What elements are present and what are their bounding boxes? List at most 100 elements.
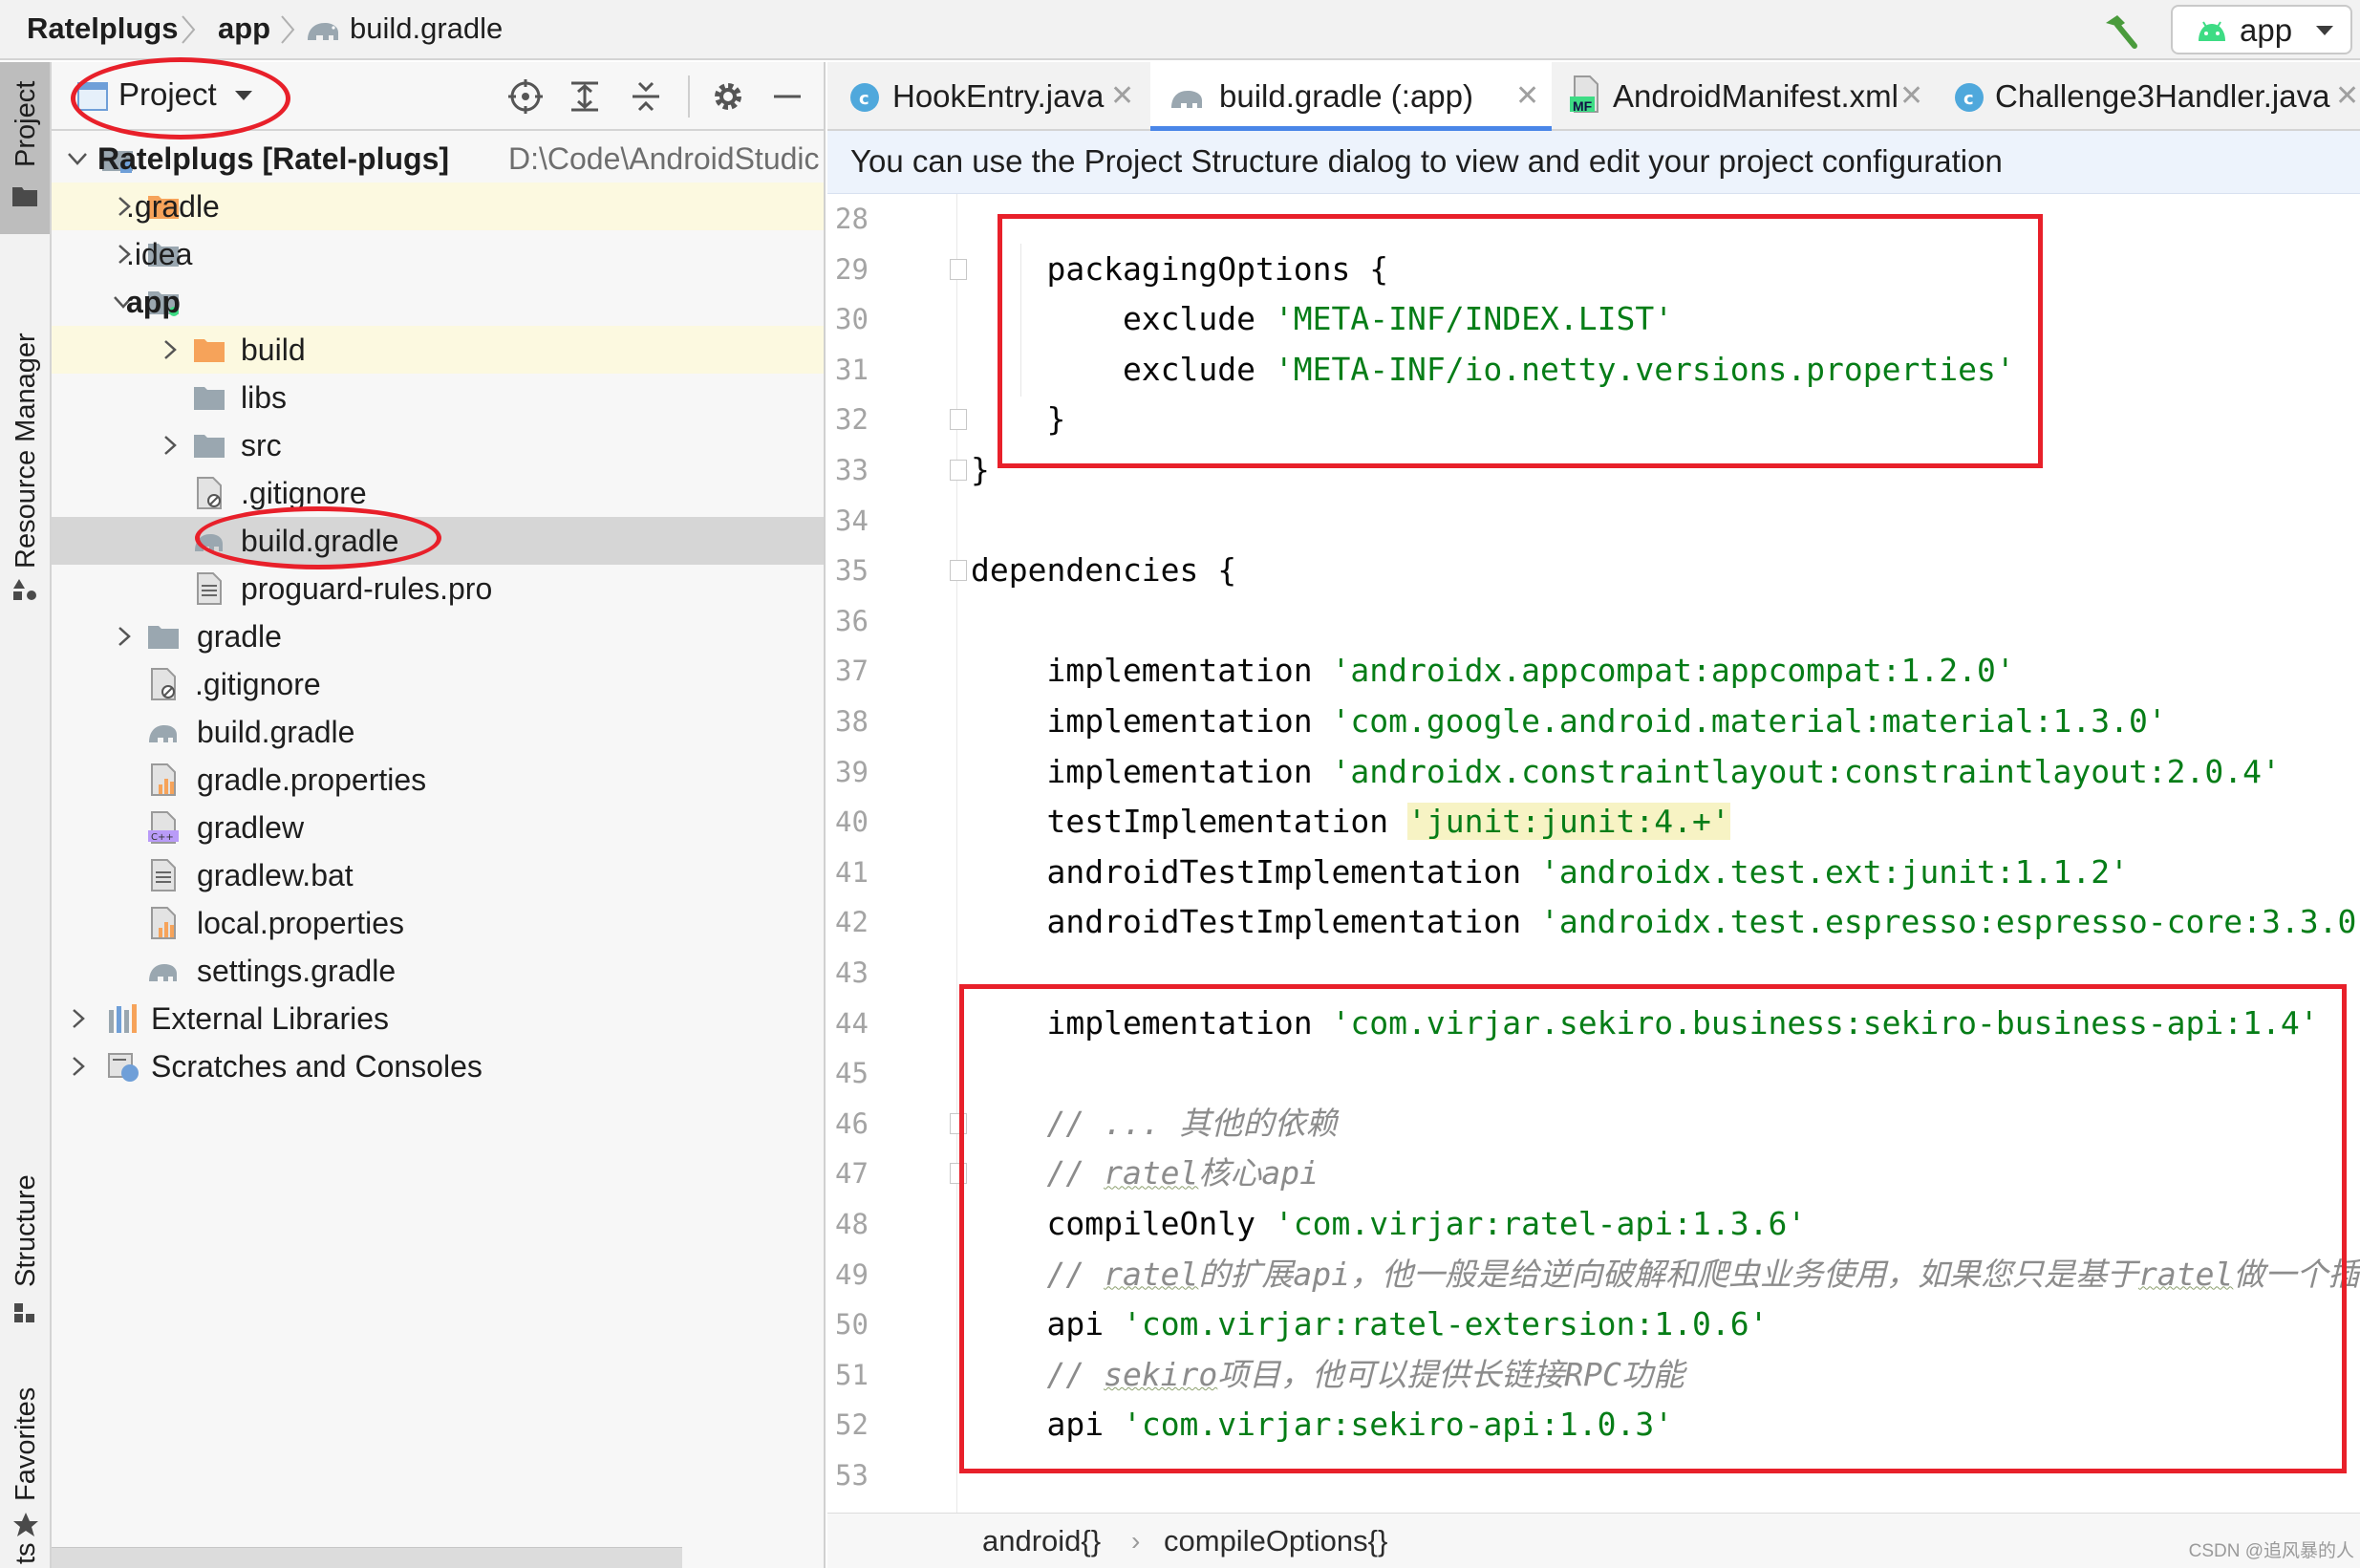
tree-item-gradlew-bat[interactable]: gradlew.bat xyxy=(52,851,824,899)
tree-item-gradle-properties[interactable]: gradle.properties xyxy=(52,756,824,804)
line-number: 45 xyxy=(835,1057,869,1090)
expand-all-icon[interactable] xyxy=(566,77,604,116)
chevron-right-icon[interactable] xyxy=(157,337,182,362)
tree-item-libs-dir[interactable]: libs xyxy=(52,374,824,421)
fold-marker-icon[interactable] xyxy=(950,409,967,431)
folder-icon xyxy=(194,387,225,410)
tree-item-proguard-rules[interactable]: proguard-rules.pro xyxy=(52,565,824,612)
locate-crosshair-icon[interactable] xyxy=(506,77,545,116)
code-line[interactable]: testImplementation 'junit:junit:4.+' xyxy=(971,797,1730,847)
code-token: androidTestImplementation xyxy=(971,852,1541,891)
breadcrumb-android-block[interactable]: android{} xyxy=(982,1521,1101,1561)
stripe-label: ts xyxy=(11,1542,41,1564)
code-line[interactable]: androidTestImplementation 'androidx.test… xyxy=(971,897,2360,947)
chevron-right-icon[interactable] xyxy=(65,1054,90,1079)
properties-file-icon xyxy=(151,763,176,796)
tree-item-label: gradlew xyxy=(197,810,305,845)
horizontal-scrollbar[interactable] xyxy=(52,1547,682,1568)
manifest-badge: MF xyxy=(1573,98,1593,114)
close-icon[interactable]: ✕ xyxy=(1110,77,1134,116)
tab-label: Challenge3Handler.java xyxy=(1995,78,2330,114)
line-number: 49 xyxy=(835,1257,869,1291)
code-line[interactable]: } xyxy=(971,445,990,495)
chevron-right-icon[interactable] xyxy=(65,1006,90,1031)
tab-build-gradle-app[interactable]: build.gradle (:app) ✕ xyxy=(1150,62,1552,131)
annotation-box-ratel-dependencies xyxy=(959,984,2347,1473)
tool-window-resource-manager[interactable]: Resource Manager xyxy=(0,253,50,607)
tree-item-root[interactable]: Ratelplugs [Ratel-plugs] D:\Code\Android… xyxy=(52,135,824,183)
line-number: 42 xyxy=(835,906,869,939)
fold-marker-icon[interactable] xyxy=(950,258,967,280)
run-configuration-selector[interactable]: app xyxy=(2171,5,2352,54)
tree-item-app-module[interactable]: app xyxy=(52,278,824,326)
tab-challenge3handler-java[interactable]: c Challenge3Handler.java ✕ xyxy=(1938,62,2360,131)
tree-item-app-gitignore[interactable]: .gitignore xyxy=(52,469,824,517)
tab-label: HookEntry.java xyxy=(892,78,1105,114)
tree-item-idea-dir[interactable]: .idea xyxy=(52,230,824,278)
code-line[interactable]: implementation 'com.google.android.mater… xyxy=(971,697,2166,746)
tree-item-gradle-dir[interactable]: .gradle xyxy=(52,183,824,230)
code-token: } xyxy=(971,451,990,488)
chevron-right-icon[interactable] xyxy=(111,624,136,649)
line-number-gutter: 28 29 30 31 32 33 34 35 36 37 38 39 40 41 42 43 44 45 46 47… xyxy=(827,194,967,1568)
tree-item-label: app xyxy=(126,285,181,319)
breadcrumb-project[interactable]: Ratelplugs xyxy=(27,8,178,50)
breadcrumb-compile-options-block[interactable]: compileOptions{} xyxy=(1164,1521,1387,1561)
text-file-icon xyxy=(197,572,222,605)
breadcrumb-module[interactable]: app xyxy=(218,8,270,50)
watermark: CSDN @追风暴的人 xyxy=(2188,1541,2354,1561)
chevron-down-icon[interactable] xyxy=(65,146,90,171)
chevron-right-icon xyxy=(182,15,196,44)
close-icon[interactable]: ✕ xyxy=(1899,77,1923,116)
stripe-label: Structure xyxy=(11,1174,41,1287)
hammer-build-icon[interactable] xyxy=(2098,10,2142,54)
tree-item-label: .gitignore xyxy=(195,667,321,701)
tree-item-local-properties[interactable]: local.properties xyxy=(52,899,824,947)
gradle-elephant-icon xyxy=(308,23,338,40)
line-number: 40 xyxy=(835,805,869,839)
scratches-icon xyxy=(108,1053,139,1082)
tree-item-label: build xyxy=(241,333,306,367)
fold-marker-icon[interactable] xyxy=(950,460,967,481)
code-string: 'androidx.test.espresso:espresso-core:3.… xyxy=(1540,903,2360,941)
code-token: testImplementation xyxy=(971,803,1407,841)
gear-icon[interactable] xyxy=(709,77,747,116)
tree-item-root-build-gradle[interactable]: build.gradle xyxy=(52,708,824,756)
code-line[interactable]: implementation 'androidx.constraintlayou… xyxy=(971,747,2280,797)
tool-window-project[interactable]: Project xyxy=(0,62,50,234)
close-icon[interactable]: ✕ xyxy=(2335,77,2359,116)
tree-item-settings-gradle[interactable]: settings.gradle xyxy=(52,947,824,995)
tree-item-build-dir[interactable]: build xyxy=(52,326,824,374)
tree-item-root-gitignore[interactable]: .gitignore xyxy=(52,660,824,708)
tool-window-structure[interactable]: Structure xyxy=(0,1123,50,1352)
shell-script-icon: C++ xyxy=(148,811,179,844)
fold-marker-icon[interactable] xyxy=(950,560,967,582)
tree-item-src-dir[interactable]: src xyxy=(52,421,824,469)
tab-androidmanifest-xml[interactable]: MF AndroidManifest.xml ✕ xyxy=(1554,62,1936,131)
gradle-elephant-icon xyxy=(149,725,177,742)
code-line[interactable]: implementation 'androidx.appcompat:appco… xyxy=(971,646,2014,696)
tree-item-label: libs xyxy=(241,380,288,415)
breadcrumb-file[interactable]: build.gradle xyxy=(350,8,503,50)
tree-item-scratches[interactable]: Scratches and Consoles xyxy=(52,1042,824,1090)
code-line[interactable]: dependencies { xyxy=(971,546,1236,595)
folder-icon xyxy=(12,187,37,206)
tool-window-other[interactable]: ts xyxy=(0,1514,50,1568)
chevron-right-icon: › xyxy=(1131,1526,1141,1556)
collapse-all-icon[interactable] xyxy=(627,77,665,116)
tree-item-label: gradle xyxy=(197,619,282,654)
tree-item-external-libraries[interactable]: External Libraries xyxy=(52,995,824,1042)
tree-item-gradlew[interactable]: C++ gradlew xyxy=(52,804,824,851)
line-number: 46 xyxy=(835,1106,869,1140)
line-number: 32 xyxy=(835,403,869,437)
svg-text:C++: C++ xyxy=(151,832,174,843)
chevron-right-icon[interactable] xyxy=(157,433,182,458)
stripe-label: Project xyxy=(11,80,41,167)
tree-item-gradle-folder[interactable]: gradle xyxy=(52,612,824,660)
tree-item-label: .gradle xyxy=(126,189,220,224)
minimize-icon[interactable] xyxy=(768,77,806,116)
close-icon[interactable]: ✕ xyxy=(1515,77,1539,116)
code-line[interactable]: androidTestImplementation 'androidx.test… xyxy=(971,848,2128,897)
tab-hookentry-java[interactable]: c HookEntry.java ✕ xyxy=(827,62,1148,131)
line-number: 47 xyxy=(835,1157,869,1191)
